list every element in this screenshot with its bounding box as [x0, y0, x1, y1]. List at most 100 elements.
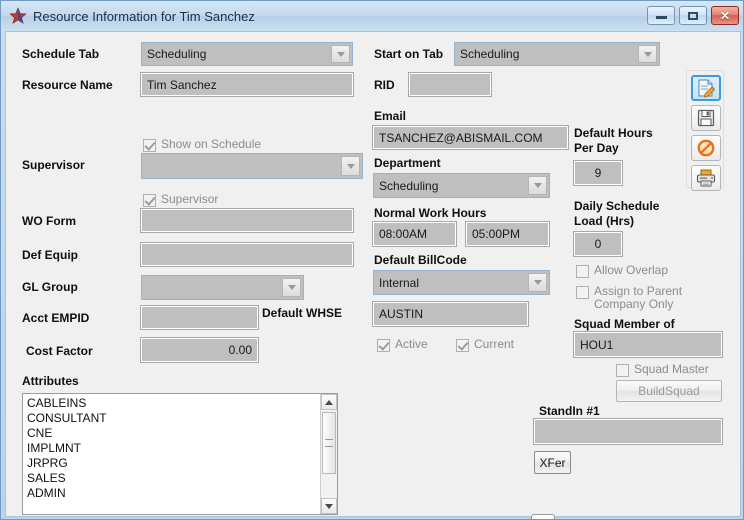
normal-work-hours-label: Normal Work Hours	[374, 206, 486, 220]
def-equip-input[interactable]	[141, 243, 353, 266]
resource-name-input[interactable]: Tim Sanchez	[141, 73, 353, 96]
cost-factor-input[interactable]: 0.00	[141, 338, 258, 362]
wo-form-input[interactable]	[141, 209, 353, 232]
assign-to-parent-checkbox[interactable]: Assign to Parent Company Only	[576, 285, 690, 311]
help-button[interactable]: ?	[531, 514, 555, 520]
def-equip-label: Def Equip	[22, 248, 78, 262]
start-on-tab-value: Scheduling	[460, 47, 519, 61]
checkbox-box-icon	[616, 364, 629, 377]
daily-load-label-line2: Load (Hrs)	[574, 214, 634, 228]
minimize-button[interactable]	[647, 6, 675, 25]
build-squad-button[interactable]: BuildSquad	[616, 380, 722, 402]
chevron-down-icon	[341, 156, 360, 176]
default-whse-label: Default WHSE	[262, 306, 342, 320]
assign-to-parent-label: Assign to Parent Company Only	[594, 285, 690, 311]
floppy-disk-save-icon	[697, 109, 715, 127]
supervisor-check-label: Supervisor	[161, 193, 218, 206]
schedule-tab-combo[interactable]: Scheduling	[141, 42, 353, 66]
work-hours-end-input[interactable]: 05:00PM	[466, 222, 549, 246]
allow-overlap-label: Allow Overlap	[594, 264, 668, 277]
default-billcode-combo[interactable]: Internal	[373, 270, 550, 295]
list-item[interactable]: SALES	[23, 471, 319, 486]
star-logo-icon	[9, 7, 27, 25]
cancel-prohibited-icon	[697, 139, 715, 157]
list-item[interactable]: CONSULTANT	[23, 411, 319, 426]
supervisor-checkbox[interactable]: Supervisor	[143, 193, 218, 206]
list-item[interactable]: IMPLMNT	[23, 441, 319, 456]
squad-master-label: Squad Master	[634, 363, 709, 376]
squad-master-checkbox[interactable]: Squad Master	[616, 363, 709, 376]
chevron-down-icon	[331, 45, 350, 63]
attributes-scrollbar[interactable]	[320, 394, 337, 514]
checkbox-box-icon	[143, 194, 156, 207]
default-whse-input[interactable]: AUSTIN	[373, 302, 528, 326]
current-checkbox[interactable]: Current	[456, 338, 514, 351]
attributes-label: Attributes	[22, 374, 79, 388]
default-hours-label-line2: Per Day	[574, 141, 619, 155]
checkbox-box-icon	[456, 339, 469, 352]
supervisor-combo-label: Supervisor	[22, 158, 85, 172]
scrollbar-thumb[interactable]	[322, 412, 336, 474]
gl-group-label: GL Group	[22, 280, 78, 294]
list-item[interactable]: CNE	[23, 426, 319, 441]
chevron-down-icon	[528, 176, 547, 195]
schedule-tab-value: Scheduling	[147, 47, 206, 61]
xfer-button[interactable]: XFer	[534, 451, 571, 474]
email-label: Email	[374, 109, 406, 123]
email-input[interactable]: TSANCHEZ@ABISMAIL.COM	[373, 126, 568, 149]
department-value: Scheduling	[379, 179, 438, 193]
rid-input[interactable]	[409, 73, 491, 96]
allow-overlap-checkbox[interactable]: Allow Overlap	[576, 264, 668, 277]
department-combo[interactable]: Scheduling	[373, 173, 550, 198]
cost-factor-label: Cost Factor	[26, 344, 93, 358]
standin1-label: StandIn #1	[539, 404, 600, 418]
scroll-down-button[interactable]	[321, 498, 337, 514]
save-button[interactable]	[691, 105, 721, 131]
show-on-schedule-checkbox[interactable]: Show on Schedule	[143, 138, 261, 151]
show-on-schedule-label: Show on Schedule	[161, 138, 261, 151]
rid-label: RID	[374, 78, 395, 92]
resource-information-window: Resource Information for Tim Sanchez ✕ S…	[0, 0, 744, 520]
department-label: Department	[374, 156, 441, 170]
start-on-tab-combo[interactable]: Scheduling	[454, 42, 660, 66]
list-item[interactable]: ADMIN	[23, 486, 319, 501]
close-icon: ✕	[720, 10, 730, 22]
list-item[interactable]: CABLEINS	[23, 396, 319, 411]
cancel-button[interactable]	[691, 135, 721, 161]
scroll-up-button[interactable]	[321, 394, 337, 410]
action-toolbar	[686, 70, 724, 188]
maximize-button[interactable]	[679, 6, 707, 25]
work-hours-start-input[interactable]: 08:00AM	[373, 222, 456, 246]
list-item[interactable]: JRPRG	[23, 456, 319, 471]
supervisor-combo[interactable]	[141, 153, 363, 179]
chevron-down-icon	[282, 278, 301, 297]
attributes-listbox[interactable]: CABLEINSCONSULTANTCNEIMPLMNTJRPRGSALESAD…	[22, 393, 338, 515]
start-on-tab-label: Start on Tab	[374, 47, 443, 61]
active-label: Active	[395, 338, 428, 351]
title-bar: Resource Information for Tim Sanchez ✕	[1, 1, 744, 31]
checkbox-box-icon	[576, 286, 589, 299]
active-checkbox[interactable]: Active	[377, 338, 428, 351]
squad-member-of-input[interactable]: HOU1	[574, 332, 722, 357]
checkbox-box-icon	[143, 139, 156, 152]
daily-schedule-load-input[interactable]: 0	[574, 232, 622, 256]
close-button[interactable]: ✕	[711, 6, 739, 25]
chevron-down-icon	[638, 45, 657, 63]
checkbox-box-icon	[377, 339, 390, 352]
acct-empid-input[interactable]	[141, 306, 258, 329]
squad-member-of-label: Squad Member of	[574, 317, 675, 331]
schedule-tab-label: Schedule Tab	[22, 47, 99, 61]
standin1-input[interactable]	[534, 419, 722, 444]
gl-group-combo[interactable]	[141, 275, 304, 300]
checkbox-box-icon	[576, 265, 589, 278]
current-label: Current	[474, 338, 514, 351]
form-client-area: Schedule Tab Scheduling Resource Name Ti…	[5, 31, 741, 517]
grip-icon	[325, 439, 333, 447]
chevron-down-icon	[528, 273, 547, 292]
default-hours-per-day-input[interactable]: 9	[574, 161, 622, 185]
edit-button[interactable]	[691, 75, 721, 101]
default-billcode-label: Default BillCode	[374, 253, 467, 267]
print-button[interactable]	[691, 165, 721, 191]
maximize-icon	[688, 12, 698, 20]
acct-empid-label: Acct EMPID	[22, 311, 89, 325]
